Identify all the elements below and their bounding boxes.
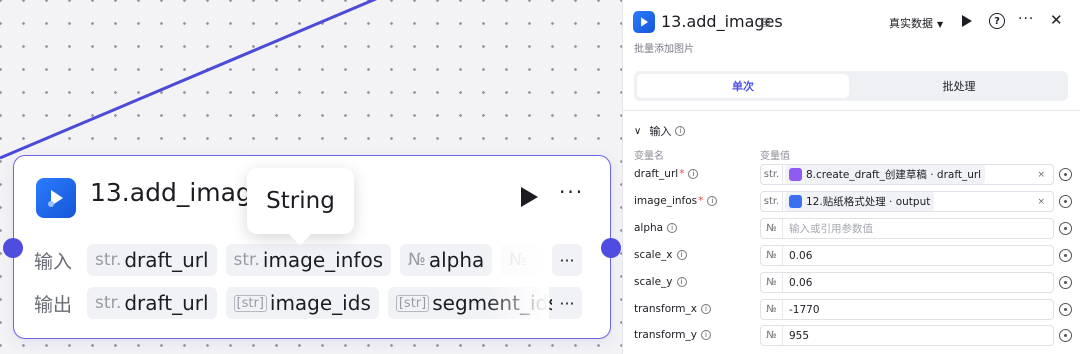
- input-chip-alpha[interactable]: № alpha: [400, 244, 493, 276]
- param-value-draft-url[interactable]: str. 8.create_draft_创建草稿 · draft_url ×: [760, 164, 1054, 185]
- input-chip-draft-url[interactable]: str. draft_url: [87, 244, 217, 276]
- inputs-label: 输入: [34, 250, 73, 273]
- more-icon[interactable]: ···: [1018, 11, 1034, 27]
- variable-picker-icon[interactable]: [1059, 249, 1072, 262]
- info-icon: i: [700, 304, 711, 314]
- info-icon: i: [676, 277, 687, 287]
- param-value-transform-x[interactable]: № -1770: [760, 299, 1054, 320]
- workflow-canvas[interactable]: 13.add_images ··· 输入 str. draft_url str. i…: [0, 0, 622, 354]
- info-icon: i: [667, 223, 678, 233]
- run-icon[interactable]: [519, 186, 539, 208]
- plugin-store-icon: ▤: [760, 15, 771, 28]
- clear-icon[interactable]: ×: [1037, 197, 1045, 207]
- param-row-scale-y: scale_y i № 0.06: [623, 272, 1080, 294]
- input-chip-image-infos[interactable]: str. image_infos: [225, 244, 392, 276]
- info-icon: i: [688, 169, 699, 179]
- input-port[interactable]: [3, 238, 23, 258]
- node-ref-icon: [789, 195, 802, 208]
- variable-picker-icon[interactable]: [1059, 195, 1072, 208]
- clear-icon[interactable]: ×: [1037, 170, 1045, 180]
- output-chip-image-ids[interactable]: [str] image_ids: [225, 287, 379, 319]
- param-row-alpha: alpha i № 输入或引用参数值: [623, 218, 1080, 240]
- type-tooltip: String: [247, 168, 354, 234]
- param-row-transform-x: transform_x i № -1770: [623, 299, 1080, 321]
- info-icon: i: [700, 330, 711, 340]
- tab-single[interactable]: 单次: [637, 74, 849, 98]
- overflow-fade: [484, 241, 549, 321]
- chevron-down-icon: ∨: [634, 125, 642, 137]
- run-mode-tabs: 单次 批处理: [634, 71, 1068, 101]
- param-value-scale-y[interactable]: № 0.06: [760, 272, 1054, 293]
- close-icon[interactable]: ✕: [1050, 11, 1063, 29]
- panel-app-icon: [633, 11, 655, 33]
- param-row-draft-url: draft_url * i str. 8.create_draft_创建草稿 · d…: [623, 164, 1080, 186]
- panel-subtitle: 批量添加图片: [634, 44, 694, 55]
- inputs-more-button[interactable]: ···: [552, 244, 582, 276]
- variable-picker-icon[interactable]: [1059, 303, 1072, 316]
- param-row-transform-y: transform_y i № 955: [623, 325, 1080, 347]
- input-section-header[interactable]: ∨ 输入 i: [634, 123, 686, 139]
- divider: [623, 110, 1080, 111]
- outputs-more-button[interactable]: ···: [552, 287, 582, 319]
- node-ref-icon: [789, 168, 802, 181]
- param-row-scale-x: scale_x i № 0.06: [623, 245, 1080, 267]
- outputs-label: 输出: [34, 293, 73, 316]
- tab-batch[interactable]: 批处理: [853, 74, 1065, 98]
- node-settings-panel: 13.add_images ▤ 批量添加图片 真实数据 ▼ ? ··· ✕ 单次 …: [622, 0, 1080, 354]
- run-icon[interactable]: [961, 14, 973, 28]
- col-header-name: 变量名: [634, 151, 664, 162]
- param-value-scale-x[interactable]: № 0.06: [760, 245, 1054, 266]
- info-icon: i: [676, 250, 687, 260]
- data-mode-dropdown[interactable]: 真实数据 ▼: [889, 15, 943, 31]
- help-icon[interactable]: ?: [989, 13, 1005, 29]
- param-value-alpha[interactable]: № 输入或引用参数值: [760, 218, 1054, 239]
- col-header-value: 变量值: [760, 151, 790, 162]
- param-row-image-infos: image_infos * i str. 12.贴纸格式处理 · output ×: [623, 191, 1080, 213]
- output-chip-draft-url[interactable]: str. draft_url: [87, 287, 217, 319]
- output-port[interactable]: [601, 238, 621, 258]
- variable-picker-icon[interactable]: [1059, 168, 1072, 181]
- node-more-icon[interactable]: ···: [559, 180, 584, 204]
- variable-picker-icon[interactable]: [1059, 276, 1072, 289]
- param-value-image-infos[interactable]: str. 12.贴纸格式处理 · output ×: [760, 191, 1054, 212]
- node-app-icon: [36, 178, 76, 218]
- info-icon: i: [707, 196, 718, 206]
- caret-down-icon: ▼: [937, 20, 944, 29]
- param-value-transform-y[interactable]: № 955: [760, 325, 1054, 346]
- variable-picker-icon[interactable]: [1059, 222, 1072, 235]
- info-icon: i: [675, 126, 686, 136]
- variable-picker-icon[interactable]: [1059, 329, 1072, 342]
